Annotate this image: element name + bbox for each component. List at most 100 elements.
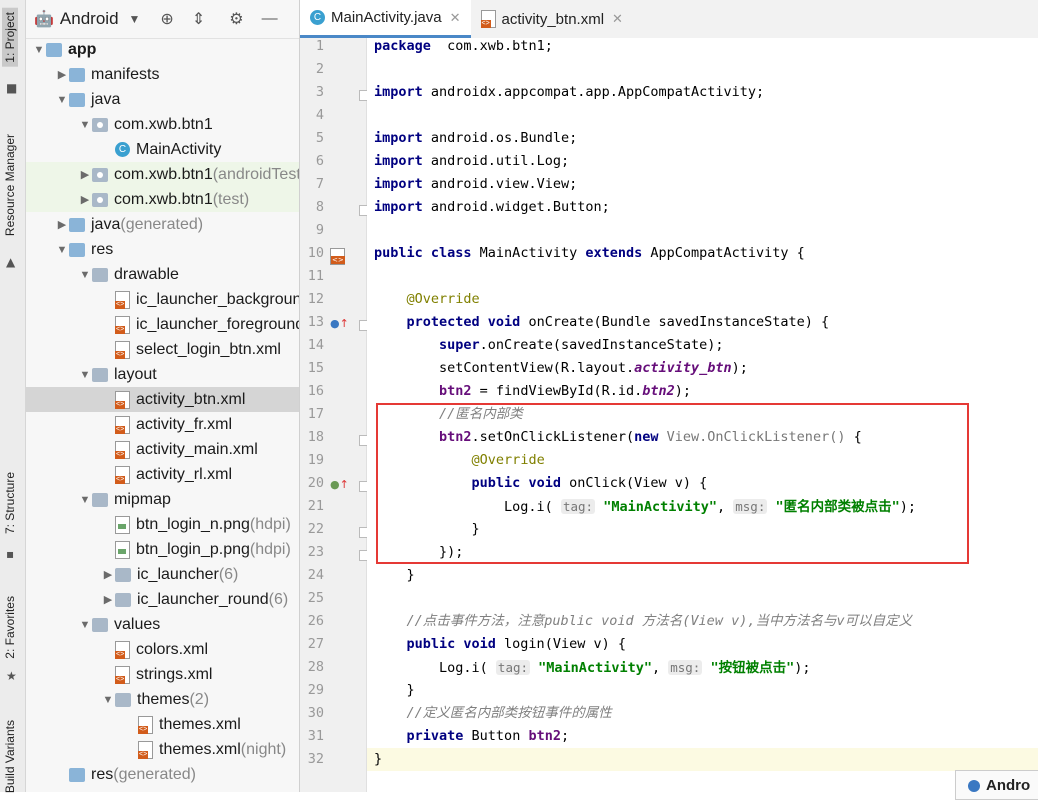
code-line[interactable]: import android.util.Log; [374,150,569,173]
code-line[interactable]: //定义匿名内部类按钮事件的属性 [374,702,612,725]
tree-item[interactable]: ▼ themes (2) [26,687,299,712]
project-tool-tab[interactable]: 1: Project [2,8,18,67]
tree-item[interactable]: ▶ manifests [26,62,299,87]
tree-item[interactable]: ic_launcher_background.xml [26,287,299,312]
android-popup[interactable]: Andro [955,770,1038,800]
code-line[interactable]: //点击事件方法，注意public void 方法名(View v),当中方法名… [374,610,913,633]
tree-item[interactable]: themes.xml (night) [26,737,299,762]
code-token: import [374,153,423,169]
tree-item[interactable]: btn_login_p.png (hdpi) [26,537,299,562]
collapse-arrow-icon[interactable]: ▶ [55,68,69,81]
close-icon[interactable]: ✕ [450,10,461,26]
tree-item[interactable]: btn_login_n.png (hdpi) [26,512,299,537]
code-line[interactable]: import android.os.Bundle; [374,127,577,150]
folder-icon [115,692,131,707]
expand-arrow-icon[interactable]: ▼ [32,44,46,56]
tree-item[interactable]: strings.xml [26,662,299,687]
tree-item-suffix: (generated) [120,215,204,233]
tree-item[interactable]: themes.xml [26,712,299,737]
tree-item[interactable]: ▶ ic_launcher (6) [26,562,299,587]
code-line[interactable]: super.onCreate(savedInstanceState); [374,334,723,357]
code-line[interactable]: Log.i( tag: "MainActivity", msg: "按钮被点击"… [374,656,811,680]
tree-item[interactable]: ▶ ic_launcher_round (6) [26,587,299,612]
code-line[interactable]: btn2 = findViewById(R.id.btn2); [374,380,691,403]
tree-item[interactable]: activity_rl.xml [26,462,299,487]
tree-item[interactable]: ▶ java (generated) [26,212,299,237]
resource-manager-tool-tab[interactable]: Resource Manager [2,132,18,238]
code-token: private [406,728,464,744]
tree-item[interactable]: C MainActivity [26,137,299,162]
code-line[interactable]: public void login(View v) { [374,633,626,656]
code-line[interactable]: setContentView(R.layout.activity_btn); [374,357,748,380]
line-number: 30 [307,705,324,721]
expand-arrow-icon[interactable]: ▼ [55,94,69,106]
tree-item[interactable]: ic_launcher_foreground.xml [26,312,299,337]
expand-arrow-icon[interactable]: ▼ [55,244,69,256]
tree-item[interactable]: ▼ drawable [26,262,299,287]
editor-tab[interactable]: activity_btn.xml ✕ [471,0,633,38]
tree-item[interactable]: ▼ values [26,612,299,637]
tree-item[interactable]: ▼ res [26,237,299,262]
line-number: 21 [307,498,324,514]
collapse-arrow-icon[interactable]: ▶ [101,568,115,581]
expand-arrow-icon[interactable]: ▼ [78,119,92,131]
xml-file-icon [115,340,130,359]
code-line[interactable]: public class MainActivity extends AppCom… [374,242,805,265]
tree-item[interactable]: ▼ com.xwb.btn1 [26,112,299,137]
code-line[interactable]: } [374,679,415,702]
code-line[interactable]: protected void onCreate(Bundle savedInst… [374,311,830,334]
code-line[interactable]: } [374,748,382,771]
folder-icon: ■ [6,81,18,95]
expand-arrow-icon[interactable]: ▼ [78,369,92,381]
tree-item[interactable]: ▼ app [26,37,299,62]
collapse-arrow-icon[interactable]: ▶ [78,168,92,181]
expand-arrow-icon[interactable]: ▼ [78,269,92,281]
tree-item[interactable]: select_login_btn.xml [26,337,299,362]
tree-item[interactable]: colors.xml [26,637,299,662]
tree-item[interactable]: res (generated) [26,762,299,787]
expand-arrow-icon[interactable]: ▼ [78,494,92,506]
structure-tool-tab[interactable]: 7: Structure [2,470,18,536]
code-line[interactable]: import android.view.View; [374,173,577,196]
code-line[interactable]: import android.widget.Button; [374,196,610,219]
chevron-down-icon[interactable]: ▼ [129,12,141,26]
code-token: android.util.Log; [422,153,570,169]
tree-item[interactable]: activity_fr.xml [26,412,299,437]
tree-item[interactable]: ▼ layout [26,362,299,387]
build-variants-tool-tab[interactable]: Build Variants [2,718,18,795]
collapse-arrow-icon[interactable]: ▶ [101,593,115,606]
code-line[interactable]: private Button btn2; [374,725,570,748]
gear-icon[interactable]: ⚙ [229,9,243,29]
implements-up-icon[interactable]: ●↑ [330,478,349,491]
project-view-selector[interactable]: Android [60,9,119,29]
code-line[interactable]: } [374,564,415,587]
minimize-icon[interactable]: — [262,10,278,28]
collapse-all-icon[interactable]: ⇕ [192,9,205,29]
code-token: "按钮被点击" [710,660,795,676]
tree-item[interactable]: ▼ mipmap [26,487,299,512]
tree-item[interactable]: activity_btn.xml [26,387,299,412]
tree-item[interactable]: activity_main.xml [26,437,299,462]
collapse-arrow-icon[interactable]: ▶ [78,193,92,206]
tree-item[interactable]: ▶ com.xwb.btn1 (androidTest) [26,162,299,187]
tree-item[interactable]: ▼ java [26,87,299,112]
editor-tab[interactable]: C MainActivity.java ✕ [300,0,471,38]
collapse-arrow-icon[interactable]: ▶ [55,218,69,231]
tree-item-label: mipmap [114,490,171,508]
code-line[interactable]: @Override [374,288,480,311]
line-number: 7 [315,176,324,192]
expand-arrow-icon[interactable]: ▼ [101,694,115,706]
code-line[interactable]: package com.xwb.btn1; [374,38,553,58]
close-icon[interactable]: ✕ [612,11,623,27]
favorites-tool-tab[interactable]: 2: Favorites [2,594,18,661]
xml-layout-icon[interactable]: <> [330,248,345,268]
code-line[interactable]: import androidx.appcompat.app.AppCompatA… [374,81,764,104]
locate-icon[interactable]: ⊕ [160,9,173,29]
resource-folder-icon [69,242,85,257]
expand-arrow-icon[interactable]: ▼ [78,619,92,631]
tree-item-label: btn_login_p.png [136,540,250,558]
override-up-icon[interactable]: ●↑ [330,317,349,330]
line-number: 11 [307,268,324,284]
tree-item[interactable]: ▶ com.xwb.btn1 (test) [26,187,299,212]
